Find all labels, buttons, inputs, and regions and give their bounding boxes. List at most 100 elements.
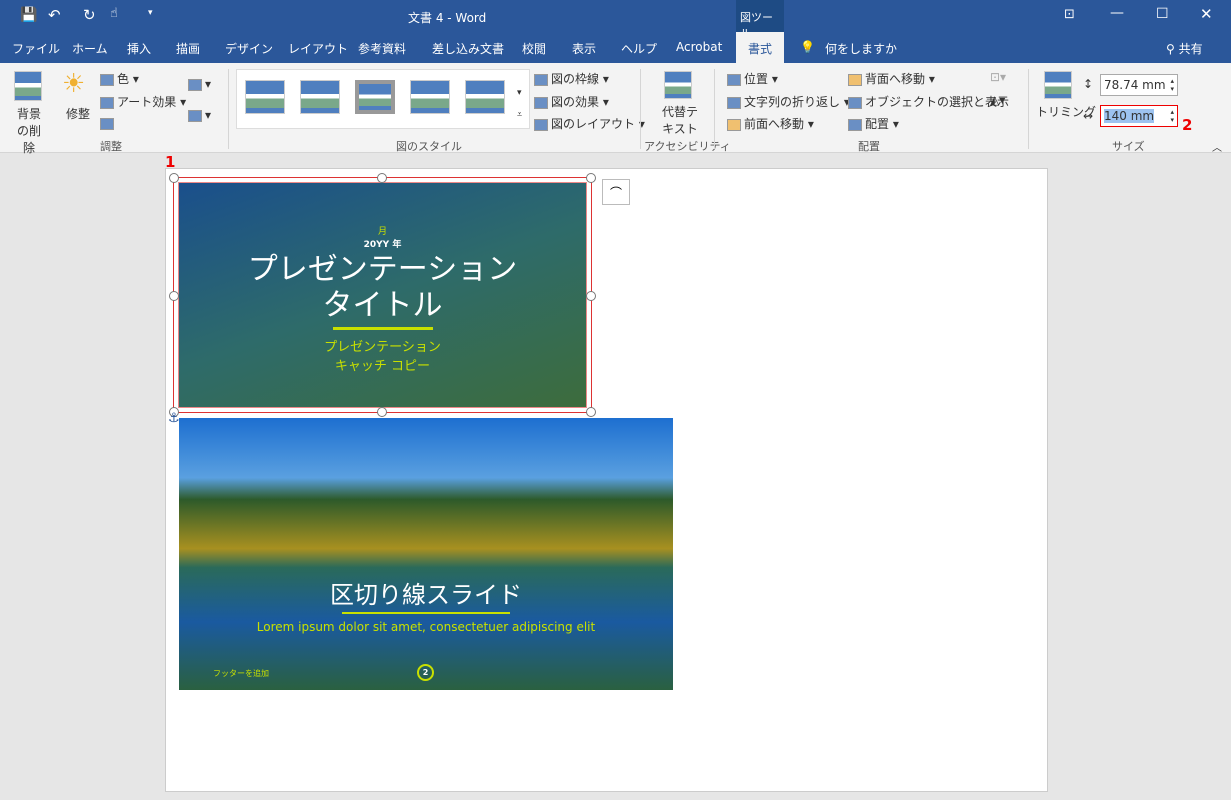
resize-handle[interactable] — [169, 173, 179, 183]
change-picture-button[interactable]: ▾ — [188, 77, 211, 91]
picture-layout-button[interactable]: 図のレイアウト ▾ — [534, 115, 645, 132]
annotation-2: 2 — [1182, 116, 1193, 134]
touch-mode-icon[interactable]: ☝ — [110, 6, 118, 21]
tab-file[interactable]: ファイル — [12, 40, 60, 57]
tell-me-search[interactable]: 何をしますか — [825, 40, 897, 57]
tab-references[interactable]: 参考資料 — [358, 40, 406, 57]
reset-picture-button[interactable]: ▾ — [188, 108, 211, 122]
resize-handle[interactable] — [586, 407, 596, 417]
tab-format[interactable]: 書式 — [736, 32, 785, 63]
save-icon[interactable]: 💾 — [20, 7, 37, 23]
ribbon-display-icon[interactable]: ⊡ — [1064, 7, 1075, 22]
tab-review[interactable]: 校閲 — [522, 40, 546, 57]
collapse-ribbon-icon[interactable]: ︿ — [1212, 139, 1222, 154]
layout-options-button[interactable]: ⌒ — [602, 179, 630, 205]
tab-acrobat[interactable]: Acrobat — [676, 40, 722, 54]
ribbon-tabs: ファイル ホーム 挿入 描画 デザイン レイアウト 参考資料 差し込み文書 校閲… — [0, 32, 1231, 63]
corrections-icon: ☀ — [62, 69, 86, 99]
art-effects-icon — [100, 96, 114, 109]
share-label: 共有 — [1178, 42, 1203, 56]
maximize-button[interactable]: ☐ — [1156, 6, 1169, 22]
title-bar: 💾 ↶ ↻ ☝ ▾ 文書 4 - Word 図ツール ⊡ — ☐ ✕ — [0, 0, 1231, 40]
position-icon — [727, 73, 741, 86]
selection-frame — [169, 173, 596, 417]
ribbon: 背景の削除 ☀ 修整 色 ▾ アート効果 ▾ ▾ ▾ 調整 ▾ ⩡ 図の枠線 ▾… — [0, 63, 1231, 156]
redo-icon[interactable]: ↻ — [83, 6, 96, 24]
group-objects-button[interactable]: ⊡▾ — [990, 70, 1006, 84]
effects-icon — [534, 96, 548, 109]
divider — [640, 69, 641, 149]
tab-draw[interactable]: 描画 — [176, 40, 200, 57]
border-icon — [534, 73, 548, 86]
width-value: 140 mm — [1104, 109, 1155, 123]
undo-icon[interactable]: ↶ — [48, 6, 61, 24]
slide2-subtitle: Lorem ipsum dolor sit amet, consectetuer… — [256, 620, 596, 634]
tab-mailings[interactable]: 差し込み文書 — [432, 40, 504, 57]
section-divider-slide-image[interactable]: 区切り線スライド Lorem ipsum dolor sit amet, con… — [179, 418, 673, 690]
align-button[interactable]: 配置 ▾ — [848, 115, 899, 132]
align-label: 配置 — [865, 117, 890, 131]
minimize-button[interactable]: — — [1110, 5, 1124, 21]
art-effects-label: アート効果 — [117, 95, 177, 109]
rotate-button[interactable]: ◭▾ — [990, 93, 1005, 107]
resize-handle[interactable] — [586, 291, 596, 301]
tab-insert[interactable]: 挿入 — [127, 40, 151, 57]
style-thumbnail[interactable] — [300, 80, 340, 114]
reset-picture-icon — [188, 109, 202, 122]
picture-border-button[interactable]: 図の枠線 ▾ — [534, 70, 609, 87]
layout-label: 図のレイアウト — [551, 117, 636, 131]
position-button[interactable]: 位置 ▾ — [727, 70, 778, 87]
picture-effects-button[interactable]: 図の効果 ▾ — [534, 93, 609, 110]
tab-view[interactable]: 表示 — [572, 40, 596, 57]
style-thumbnail[interactable] — [465, 80, 505, 114]
layout-options-icon: ⌒ — [609, 186, 622, 200]
position-label: 位置 — [744, 72, 769, 86]
group-label-styles: 図のスタイル — [396, 140, 462, 153]
resize-handle[interactable] — [586, 173, 596, 183]
group-label-adjust: 調整 — [100, 140, 122, 153]
style-thumbnail[interactable] — [410, 80, 450, 114]
wrap-label: 文字列の折り返し — [744, 95, 841, 109]
close-button[interactable]: ✕ — [1200, 5, 1213, 23]
gallery-more[interactable]: ⩡ — [517, 110, 522, 120]
remove-background-button[interactable]: 背景の削除 — [12, 105, 46, 156]
corrections-button[interactable]: 修整 — [66, 105, 90, 122]
border-label: 図の枠線 — [551, 72, 600, 86]
height-spinner[interactable]: ▴ ▾ — [1170, 77, 1174, 93]
customize-qat-icon[interactable]: ▾ — [148, 8, 153, 18]
person-icon: ⚲ — [1166, 42, 1179, 56]
bring-forward-button[interactable]: 前面へ移動 ▾ — [727, 115, 814, 132]
alt-text-button[interactable]: 代替テキスト — [660, 103, 700, 137]
width-input[interactable]: 140 mm ▴ ▾ — [1100, 105, 1178, 127]
gallery-scroll-down[interactable]: ▾ — [517, 88, 522, 98]
picture-styles-gallery[interactable]: ▾ ⩡ — [236, 69, 530, 129]
send-backward-button[interactable]: 背面へ移動 ▾ — [848, 70, 935, 87]
height-input[interactable]: 78.74 mm ▴ ▾ — [1100, 74, 1178, 96]
compress-icon — [100, 117, 114, 130]
resize-handle[interactable] — [169, 291, 179, 301]
share-button[interactable]: ⚲ 共有 — [1166, 40, 1203, 57]
lightbulb-icon: 💡 — [800, 40, 815, 54]
style-thumbnail[interactable] — [245, 80, 285, 114]
anchor-icon: ⚓ — [168, 411, 180, 426]
art-effects-button[interactable]: アート効果 ▾ — [100, 93, 186, 110]
send-backward-label: 背面へ移動 — [865, 72, 926, 86]
selection-pane-button[interactable]: オブジェクトの選択と表示 — [848, 93, 1009, 110]
wrap-text-button[interactable]: 文字列の折り返し ▾ — [727, 93, 850, 110]
annotation-1: 1 — [165, 153, 176, 171]
width-icon: ↔ — [1083, 109, 1094, 123]
width-spinner[interactable]: ▴ ▾ — [1170, 108, 1174, 124]
effects-label: 図の効果 — [551, 95, 600, 109]
resize-handle[interactable] — [377, 407, 387, 417]
compress-pictures-button[interactable] — [100, 116, 117, 130]
tab-home[interactable]: ホーム — [72, 40, 108, 57]
tab-layout[interactable]: レイアウト — [288, 40, 348, 57]
resize-handle[interactable] — [377, 173, 387, 183]
color-button[interactable]: 色 ▾ — [100, 70, 139, 87]
height-value: 78.74 mm — [1104, 78, 1166, 92]
group-label-accessibility: アクセシビリティ — [644, 140, 731, 153]
tab-design[interactable]: デザイン — [225, 40, 273, 57]
height-icon: ↕ — [1083, 77, 1094, 91]
style-thumbnail[interactable] — [355, 80, 395, 114]
tab-help[interactable]: ヘルプ — [621, 40, 657, 57]
